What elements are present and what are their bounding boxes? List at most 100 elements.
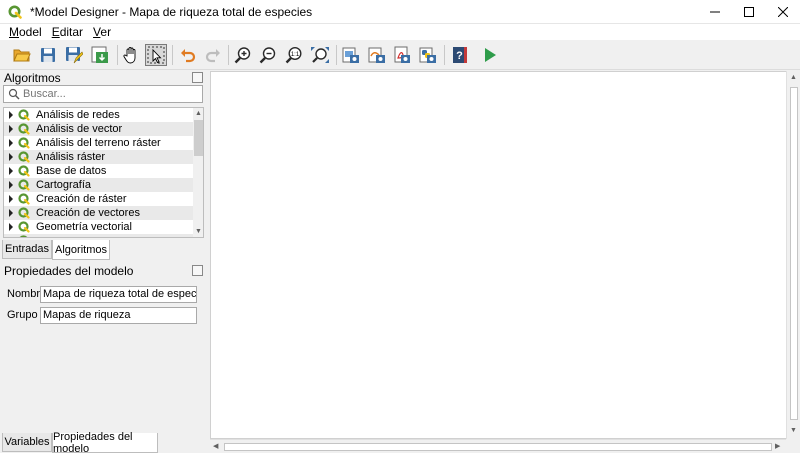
expand-arrow-icon[interactable] [4,237,18,238]
zoom-actual-icon: 1:1 [285,46,302,64]
tree-item-geometria-vectorial[interactable]: Geometría vectorial [4,220,193,234]
expand-arrow-icon[interactable] [4,167,18,175]
canvas-vertical-scrollbar[interactable]: ▲ ▼ [786,71,800,439]
close-icon [778,7,788,17]
maximize-button[interactable] [732,0,766,24]
zoom-out-button[interactable] [257,44,279,66]
minimize-button[interactable] [698,0,732,24]
algorithms-panel-header: Algoritmos [0,71,206,85]
expand-arrow-icon[interactable] [4,153,18,161]
toolbar: 1:1 ? [0,40,800,70]
qgis-algorithm-icon [18,109,30,121]
scrollbar-thumb[interactable] [194,120,203,156]
save-model-button[interactable] [37,44,59,66]
expand-arrow-icon[interactable] [4,209,18,217]
scrollbar-thumb[interactable] [790,87,798,420]
zoom-full-icon [311,47,329,63]
expand-arrow-icon[interactable] [4,223,18,231]
menu-editar[interactable]: Editar [47,24,88,40]
menu-ver[interactable]: Ver [88,24,116,40]
pan-button[interactable] [120,44,142,66]
group-input[interactable] [40,306,197,324]
tree-item-analisis-de-vector[interactable]: Análisis de vector [4,122,193,136]
algorithms-dock-tabs: Entradas Algoritmos [0,240,206,260]
menu-model[interactable]: Model [4,24,47,40]
group-field-row: Grupo [0,306,206,324]
scroll-up-icon[interactable]: ▲ [195,110,202,118]
model-canvas[interactable] [210,71,800,439]
save-as-icon [66,47,83,64]
select-button[interactable] [145,44,167,66]
algorithm-tree-scrollbar[interactable]: ▲ ▼ [193,107,204,238]
undo-icon [181,49,196,63]
svg-text:?: ? [456,50,463,62]
tree-item-base-de-datos[interactable]: Base de datos [4,164,193,178]
algorithm-tree: Análisis de redes Análisis de vector Aná… [3,107,193,238]
algorithm-search-box[interactable] [3,85,203,103]
scroll-left-icon[interactable]: ◀ [213,443,218,451]
zoom-in-button[interactable] [232,44,254,66]
left-dock: Algoritmos Análisis de redes Análisis de… [0,70,206,453]
export-pdf-icon [394,46,410,63]
redo-button[interactable] [202,44,224,66]
tree-item-partial[interactable] [4,234,193,238]
group-label: Grupo [7,309,38,321]
hand-icon [123,47,136,64]
name-input[interactable] [40,285,197,303]
tree-item-cartografia[interactable]: Cartografía [4,178,193,192]
qgis-algorithm-icon [18,221,30,233]
scroll-down-icon[interactable]: ▼ [790,427,797,435]
help-button[interactable]: ? [449,44,471,66]
zoom-in-icon [234,47,251,64]
maximize-icon [744,7,754,17]
algorithms-float-button[interactable] [192,72,203,83]
menu-bar: Model Editar Ver [0,24,800,40]
zoom-actual-button[interactable]: 1:1 [283,44,305,66]
export-python-icon [419,47,436,63]
canvas-horizontal-scrollbar[interactable]: ◀ ▶ [210,439,786,453]
tree-item-creacion-de-vectores[interactable]: Creación de vectores [4,206,193,220]
open-model-button[interactable] [11,44,33,66]
save-model-as-button[interactable] [63,44,85,66]
window-controls [698,0,800,24]
export-python-button[interactable] [417,44,439,66]
export-svg-button[interactable] [366,44,388,66]
tab-variables[interactable]: Variables [2,433,52,452]
model-properties-title: Propiedades del modelo [4,264,134,278]
expand-arrow-icon[interactable] [4,181,18,189]
expand-arrow-icon[interactable] [4,125,18,133]
expand-arrow-icon[interactable] [4,111,18,119]
tab-propiedades-del-modelo[interactable]: Propiedades del modelo [52,431,158,453]
save-to-project-icon [91,46,108,63]
export-svg-icon [368,47,385,63]
qgis-algorithm-icon [18,151,30,163]
export-image-button[interactable] [340,44,362,66]
model-properties-float-button[interactable] [192,265,203,276]
tree-item-creacion-de-raster[interactable]: Creación de ráster [4,192,193,206]
qgis-algorithm-icon [18,179,30,191]
undo-button[interactable] [177,44,199,66]
qgis-algorithm-icon [18,193,30,205]
tree-item-label: Creación de vectores [36,207,140,219]
scroll-right-icon[interactable]: ▶ [775,443,780,451]
expand-arrow-icon[interactable] [4,139,18,147]
tab-entradas[interactable]: Entradas [2,240,52,259]
tree-item-analisis-de-redes[interactable]: Análisis de redes [4,108,193,122]
scroll-up-icon[interactable]: ▲ [790,74,797,82]
scrollbar-thumb[interactable] [224,443,772,451]
tree-item-label: Análisis de vector [36,123,123,135]
name-field-row: Nombre [0,285,206,303]
qgis-algorithm-icon [18,137,30,149]
run-model-button[interactable] [479,44,501,66]
tree-item-analisis-del-terreno-raster[interactable]: Análisis del terreno ráster [4,136,193,150]
tab-algoritmos[interactable]: Algoritmos [52,240,110,260]
zoom-full-button[interactable] [309,44,331,66]
close-button[interactable] [766,0,800,24]
export-pdf-button[interactable] [391,44,413,66]
algorithms-panel-title: Algoritmos [4,71,61,85]
algorithm-search-input[interactable] [23,88,193,100]
scroll-down-icon[interactable]: ▼ [195,228,202,236]
save-to-project-button[interactable] [89,44,111,66]
expand-arrow-icon[interactable] [4,195,18,203]
tree-item-analisis-raster[interactable]: Análisis ráster [4,150,193,164]
